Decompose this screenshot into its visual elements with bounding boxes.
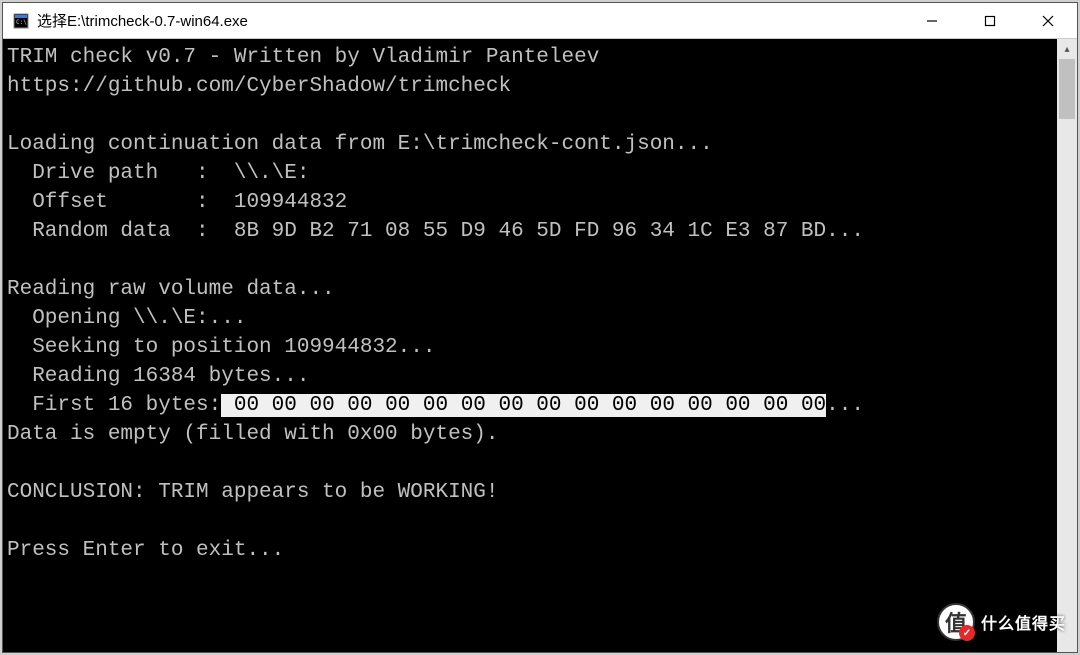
output-line-suffix: ...: [826, 394, 864, 417]
close-icon: [1042, 15, 1054, 27]
check-icon: ✓: [959, 625, 975, 641]
output-line: https://github.com/CyberShadow/trimcheck: [7, 75, 511, 98]
minimize-icon: [926, 15, 938, 27]
output-line: Seeking to position 109944832...: [7, 336, 435, 359]
output-line: Drive path : \\.\E:: [7, 162, 309, 185]
maximize-button[interactable]: [961, 3, 1019, 38]
maximize-icon: [984, 15, 996, 27]
window-title: 选择E:\trimcheck-0.7-win64.exe: [37, 10, 903, 31]
console-area: TRIM check v0.7 - Written by Vladimir Pa…: [3, 39, 1077, 652]
close-button[interactable]: [1019, 3, 1077, 38]
app-icon: C:\: [13, 13, 29, 29]
output-line: TRIM check v0.7 - Written by Vladimir Pa…: [7, 46, 599, 69]
output-line: Random data : 8B 9D B2 71 08 55 D9 46 5D…: [7, 220, 864, 243]
console-window: C:\ 选择E:\trimcheck-0.7-win64.exe TRIM ch…: [2, 2, 1078, 653]
minimize-button[interactable]: [903, 3, 961, 38]
scroll-up-arrow-icon[interactable]: ▴: [1057, 39, 1077, 59]
output-line: Press Enter to exit...: [7, 539, 284, 562]
output-line: Offset : 109944832: [7, 191, 347, 214]
vertical-scrollbar[interactable]: ▴: [1057, 39, 1077, 652]
output-line-prefix: First 16 bytes:: [7, 394, 221, 417]
watermark-logo-icon: 值 ✓: [937, 603, 975, 641]
window-controls: [903, 3, 1077, 38]
titlebar[interactable]: C:\ 选择E:\trimcheck-0.7-win64.exe: [3, 3, 1077, 39]
selected-bytes: 00 00 00 00 00 00 00 00 00 00 00 00 00 0…: [221, 394, 826, 417]
console-output[interactable]: TRIM check v0.7 - Written by Vladimir Pa…: [3, 39, 1057, 652]
output-line: Reading raw volume data...: [7, 278, 335, 301]
scrollbar-thumb[interactable]: [1059, 59, 1075, 119]
output-line: Opening \\.\E:...: [7, 307, 246, 330]
watermark-text: 什么值得买: [981, 610, 1066, 634]
watermark: 值 ✓ 什么值得买: [937, 603, 1066, 641]
output-line: CONCLUSION: TRIM appears to be WORKING!: [7, 481, 498, 504]
output-line: Data is empty (filled with 0x00 bytes).: [7, 423, 498, 446]
output-line: Loading continuation data from E:\trimch…: [7, 133, 713, 156]
output-line: Reading 16384 bytes...: [7, 365, 309, 388]
svg-text:C:\: C:\: [16, 19, 27, 26]
